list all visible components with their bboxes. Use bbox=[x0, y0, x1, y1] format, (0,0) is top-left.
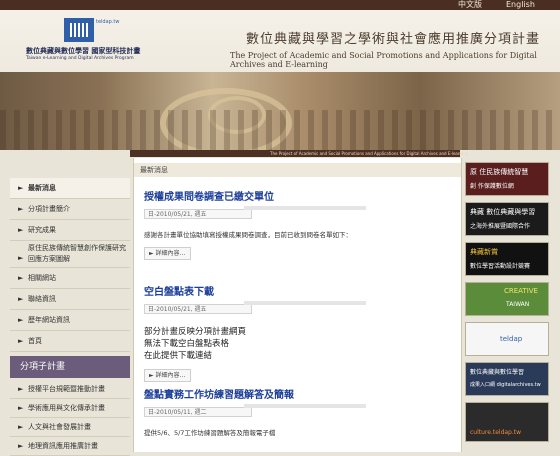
project-title-en: The Project of Academic and Social Promo… bbox=[230, 51, 537, 69]
arrow-icon: ► bbox=[18, 254, 24, 262]
nav-item-contact[interactable]: ► 聯絡資訊 bbox=[10, 289, 130, 310]
main-content: 最新消息 授權成果問卷調查已繳交單位 日-2010/05/21, 週五 感謝各計… bbox=[133, 158, 462, 452]
arrow-icon: ► bbox=[18, 205, 24, 213]
arrow-icon: ► bbox=[18, 385, 24, 393]
banner-pattern bbox=[0, 110, 560, 150]
banner-digitalarchives-link[interactable]: 數位典藏與數位學習 成果入口網 digitalarchives.tw bbox=[465, 362, 549, 396]
post-body: 提供5/6、5/7工作坊練習題解答及簡報電子檔 bbox=[144, 429, 276, 437]
subproject-item-academic[interactable]: ► 學術應用與文化傳承計畫 bbox=[10, 399, 130, 418]
banner-indigenous-link[interactable]: 原 住民族傳統智慧 創 作保護數位網 bbox=[465, 162, 549, 196]
logo-small-text: teldap.tw bbox=[96, 19, 120, 25]
project-title-zh: 數位典藏與學習之學術與社會應用推廣分項計畫 bbox=[246, 32, 541, 47]
subproject-item-humanities[interactable]: ► 人文與社會發展計畫 bbox=[10, 418, 130, 437]
right-banner-column: 原 住民族傳統智慧 創 作保護數位網 典藏 數位典藏與學習 之海外推展暨國際合作… bbox=[463, 158, 560, 452]
nav-item-history[interactable]: ► 歷年網站資訊 bbox=[10, 310, 130, 331]
nav-item-home[interactable]: ► 首頁 bbox=[10, 331, 130, 352]
arrow-icon: ► bbox=[18, 295, 24, 303]
subproject-item-licensing[interactable]: ► 授權平台規範暨推動計畫 bbox=[10, 380, 130, 399]
org-name-en: Taiwan e-Learning and Digital Archives P… bbox=[26, 56, 134, 61]
arrow-icon: ► bbox=[18, 442, 24, 450]
banner-teldap-link[interactable]: teldap bbox=[465, 322, 549, 356]
nav-item-links[interactable]: ► 相關網站 bbox=[10, 268, 130, 289]
arrow-icon: ► bbox=[18, 226, 24, 234]
arrow-icon: ► bbox=[18, 423, 24, 431]
subproject-section-header: 分項子計畫 bbox=[10, 356, 130, 378]
header-strip-text: The Project of Academic and Social Promo… bbox=[270, 151, 469, 156]
news-post: 授權成果問卷調查已繳交單位 日-2010/05/21, 週五 感謝各計畫單位協助… bbox=[144, 188, 444, 260]
banner-creative-taiwan-link[interactable]: CREATIVE TAIWAN bbox=[465, 282, 549, 316]
post-date: 日-2010/05/21, 週五 bbox=[144, 209, 252, 219]
org-name-zh: 數位典藏與數位學習 國家型科技計畫 bbox=[26, 47, 141, 55]
banner-competition-link[interactable]: 典藏新賞 數位學習活動設計競賽 bbox=[465, 242, 549, 276]
arrow-icon: ► bbox=[18, 404, 24, 412]
subproject-item-geo[interactable]: ► 地理資訊應用推廣計畫 bbox=[10, 437, 130, 456]
divider bbox=[244, 206, 366, 210]
post-date: 日-2010/05/21, 週五 bbox=[144, 304, 252, 314]
arrow-icon: ► bbox=[18, 184, 24, 192]
arrow-icon: ► bbox=[18, 274, 24, 282]
post-body: 部分計畫反映分項計畫網頁 無法下載空白盤點表格 在此提供下載連結 bbox=[144, 327, 247, 361]
nav-item-project-intro[interactable]: ► 分項計畫簡介 bbox=[10, 199, 130, 220]
post-title-link[interactable]: 空白盤點表下載 bbox=[144, 283, 444, 298]
post-body: 感謝各計畫單位協助填寫授權成果問卷調查，目前已收到問卷名單如下： bbox=[144, 231, 352, 239]
news-post: 空白盤點表下載 日-2010/05/21, 週五 部分計畫反映分項計畫網頁 無法… bbox=[144, 283, 444, 382]
nav-item-research[interactable]: ► 研究成果 bbox=[10, 220, 130, 241]
banner-overseas-link[interactable]: 典藏 數位典藏與學習 之海外推展暨國際合作 bbox=[465, 202, 549, 236]
read-more-button[interactable]: ► 詳細內容… bbox=[144, 247, 191, 260]
top-language-bar: 中文版 English Version bbox=[0, 0, 560, 19]
site-header: teldap.tw 數位典藏與數位學習 國家型科技計畫 Taiwan e-Lea… bbox=[0, 10, 560, 150]
content-header: 最新消息 bbox=[134, 163, 461, 177]
divider bbox=[244, 301, 366, 305]
arrow-icon: ► bbox=[18, 316, 24, 324]
arrow-icon: ► bbox=[18, 337, 24, 345]
banner-culture-link[interactable]: culture.teldap.tw bbox=[465, 402, 549, 442]
language-zh-link[interactable]: 中文版 bbox=[458, 0, 482, 10]
divider bbox=[244, 404, 366, 408]
post-date: 日-2010/05/11, 週二 bbox=[144, 407, 252, 417]
post-title-link[interactable]: 盤點實務工作坊練習題解答及簡報 bbox=[144, 386, 444, 401]
read-more-button[interactable]: ► 詳細內容… bbox=[144, 369, 191, 382]
teldap-logo-icon[interactable] bbox=[64, 18, 94, 42]
post-title-link[interactable]: 授權成果問卷調查已繳交單位 bbox=[144, 188, 444, 203]
nav-item-indigenous[interactable]: 原住民族傳統智慧創作保護研究 ► 回應方案圖解 bbox=[10, 241, 130, 268]
news-post: 盤點實務工作坊練習題解答及簡報 日-2010/05/11, 週二 提供5/6、5… bbox=[144, 386, 444, 438]
nav-item-news[interactable]: ► 最新消息 bbox=[10, 178, 130, 199]
